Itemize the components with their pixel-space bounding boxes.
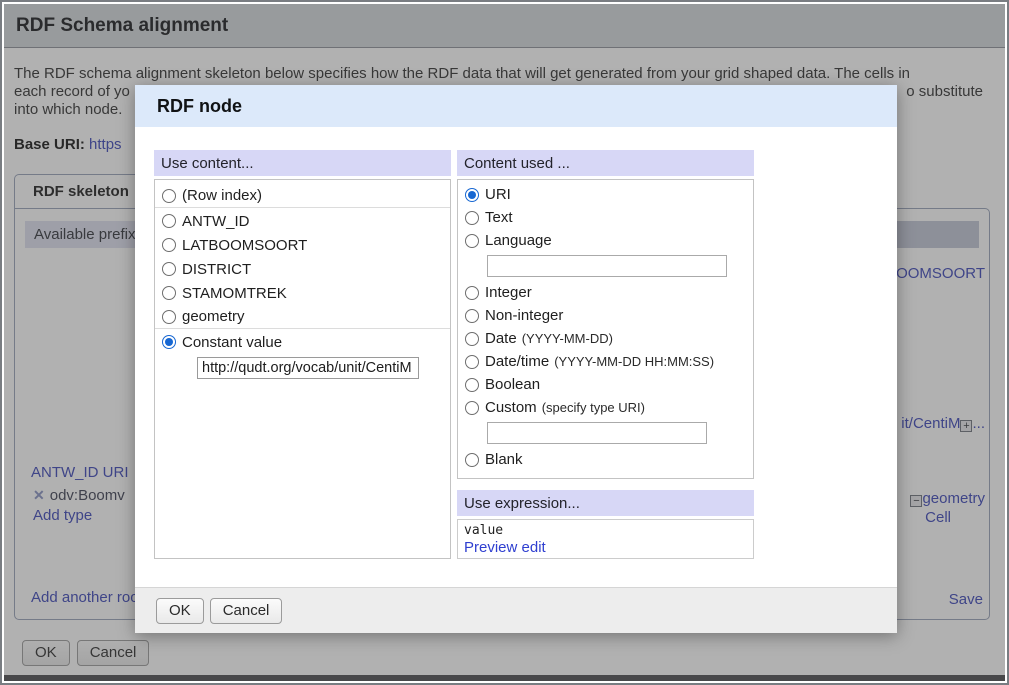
radio-latboomsoort[interactable] <box>162 238 176 252</box>
dialog-cancel-button[interactable]: Cancel <box>210 598 283 624</box>
radio-district[interactable] <box>162 262 176 276</box>
preview-edit-link[interactable]: Preview edit <box>464 539 546 556</box>
option-label[interactable]: Date/time <box>485 353 549 370</box>
radio-row-index[interactable] <box>162 189 176 203</box>
rdf-node-dialog: RDF node Use content... (Row index) ANTW… <box>135 85 897 633</box>
expression-box: value Preview edit <box>457 519 754 559</box>
constant-value-input[interactable] <box>197 357 419 379</box>
option-datetime[interactable]: Date/time (YYYY-MM-DD HH:MM:SS) <box>458 350 753 373</box>
option-label[interactable]: LATBOOMSOORT <box>182 237 307 254</box>
option-constant-value[interactable]: Constant value <box>155 330 450 354</box>
option-note: (YYYY-MM-DD HH:MM:SS) <box>554 354 714 369</box>
radio-uri[interactable] <box>465 188 479 202</box>
option-district[interactable]: DISTRICT <box>155 257 450 281</box>
use-expression-header: Use expression... <box>457 490 754 516</box>
option-label[interactable]: Blank <box>485 451 523 468</box>
option-uri[interactable]: URI <box>458 183 753 206</box>
content-used-listbox: URI Text Language Integer Non-integ <box>457 179 754 479</box>
use-content-listbox: (Row index) ANTW_ID LATBOOMSOORT DISTRIC… <box>154 179 451 559</box>
custom-type-uri-input[interactable] <box>487 422 707 444</box>
dialog-ok-button[interactable]: OK <box>156 598 204 624</box>
option-label[interactable]: DISTRICT <box>182 261 251 278</box>
option-label[interactable]: (Row index) <box>182 187 262 204</box>
option-antw-id[interactable]: ANTW_ID <box>155 209 450 233</box>
option-label[interactable]: Language <box>485 232 552 249</box>
use-content-header: Use content... <box>154 150 451 176</box>
option-text[interactable]: Text <box>458 206 753 229</box>
option-label[interactable]: ANTW_ID <box>182 213 250 230</box>
option-geometry[interactable]: geometry <box>155 305 450 329</box>
radio-constant-value[interactable] <box>162 335 176 349</box>
option-label[interactable]: Non-integer <box>485 307 563 324</box>
radio-non-integer[interactable] <box>465 309 479 323</box>
radio-datetime[interactable] <box>465 355 479 369</box>
option-note: (specify type URI) <box>542 400 645 415</box>
option-label[interactable]: Text <box>485 209 513 226</box>
option-language[interactable]: Language <box>458 229 753 252</box>
option-note: (YYYY-MM-DD) <box>522 331 613 346</box>
option-label[interactable]: geometry <box>182 308 245 325</box>
option-non-integer[interactable]: Non-integer <box>458 304 753 327</box>
option-row-index[interactable]: (Row index) <box>155 184 450 208</box>
option-date[interactable]: Date (YYYY-MM-DD) <box>458 327 753 350</box>
radio-date[interactable] <box>465 332 479 346</box>
option-label[interactable]: Constant value <box>182 334 282 351</box>
content-used-header: Content used ... <box>457 150 754 176</box>
option-boolean[interactable]: Boolean <box>458 373 753 396</box>
dialog-footer: OK Cancel <box>135 587 897 633</box>
option-label[interactable]: Custom <box>485 399 537 416</box>
option-label[interactable]: Boolean <box>485 376 540 393</box>
option-integer[interactable]: Integer <box>458 281 753 304</box>
dialog-title: RDF node <box>135 85 897 127</box>
option-label[interactable]: URI <box>485 186 511 203</box>
use-content-column: Use content... (Row index) ANTW_ID LATBO… <box>154 150 451 559</box>
radio-stamomtrek[interactable] <box>162 286 176 300</box>
radio-custom[interactable] <box>465 401 479 415</box>
expression-value: value <box>464 523 747 538</box>
option-label[interactable]: Integer <box>485 284 532 301</box>
openrefine-page: RDF Schema alignment The RDF schema alig… <box>0 0 1009 685</box>
option-custom[interactable]: Custom (specify type URI) <box>458 396 753 419</box>
radio-geometry[interactable] <box>162 310 176 324</box>
option-latboomsoort[interactable]: LATBOOMSOORT <box>155 233 450 257</box>
option-stamomtrek[interactable]: STAMOMTREK <box>155 281 450 305</box>
radio-blank[interactable] <box>465 453 479 467</box>
radio-text[interactable] <box>465 211 479 225</box>
radio-antw-id[interactable] <box>162 214 176 228</box>
radio-boolean[interactable] <box>465 378 479 392</box>
option-label[interactable]: STAMOMTREK <box>182 285 287 302</box>
radio-language[interactable] <box>465 234 479 248</box>
content-used-column: Content used ... URI Text Language In <box>457 150 754 559</box>
radio-integer[interactable] <box>465 286 479 300</box>
option-blank[interactable]: Blank <box>458 448 753 471</box>
option-label[interactable]: Date <box>485 330 517 347</box>
language-input[interactable] <box>487 255 727 277</box>
